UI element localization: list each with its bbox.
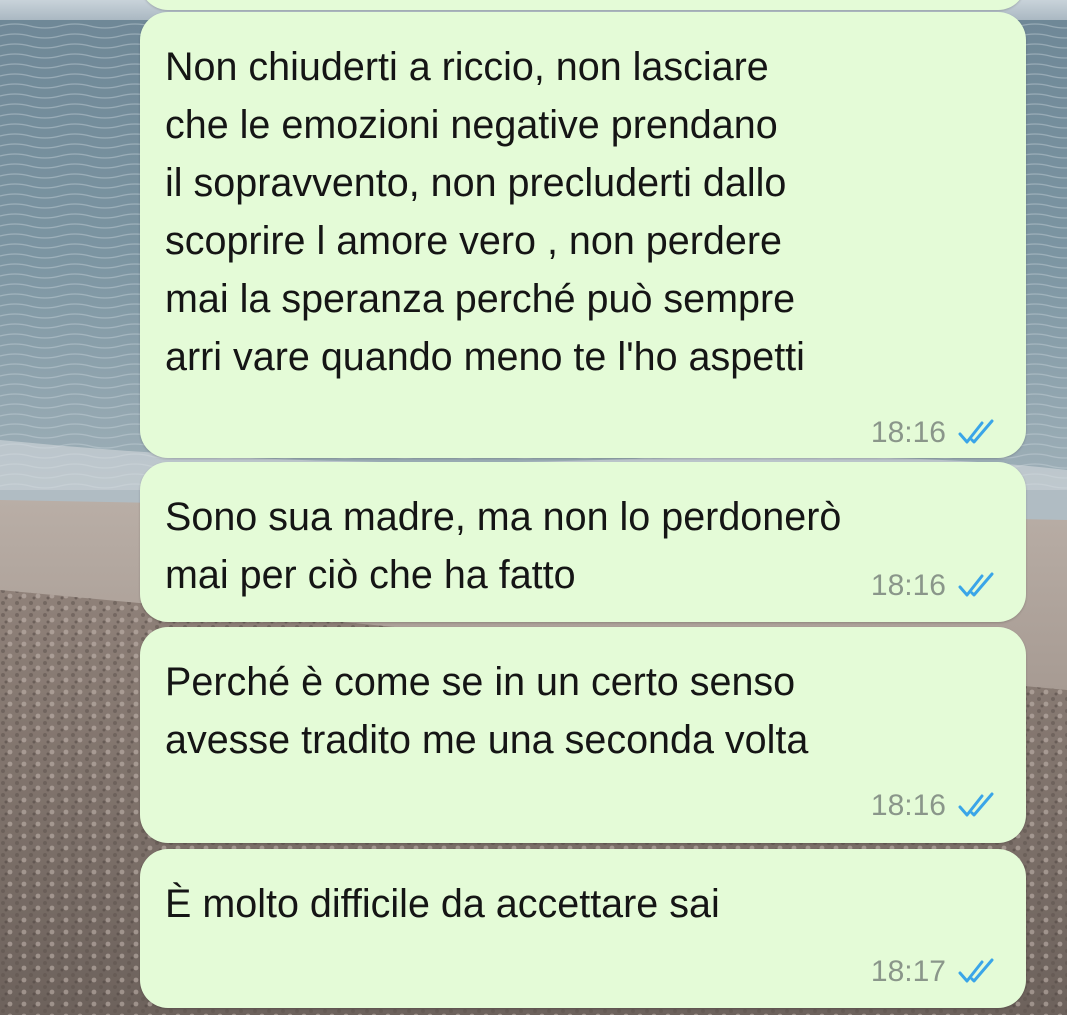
message-meta: 18:16 xyxy=(871,566,1000,606)
double-check-icon xyxy=(958,572,994,597)
previous-message-bubble[interactable] xyxy=(140,0,1026,10)
message-text: È molto difficile da accettare sai xyxy=(165,882,720,926)
message-meta: 18:16 xyxy=(871,413,1000,453)
message-timestamp: 18:16 xyxy=(870,569,946,602)
message-bubble-outgoing[interactable]: Sono sua madre, ma non lo perdonerò mai … xyxy=(140,462,1026,622)
double-check-icon xyxy=(958,792,994,817)
double-check-icon xyxy=(958,958,994,983)
message-timestamp: 18:17 xyxy=(870,955,946,988)
message-timestamp: 18:16 xyxy=(870,416,946,449)
message-text: Perché è come se in un certo senso avess… xyxy=(165,660,809,762)
message-bubble-outgoing[interactable]: Perché è come se in un certo senso avess… xyxy=(140,627,1026,843)
double-check-icon xyxy=(958,419,994,444)
message-meta: 18:16 xyxy=(871,786,1000,826)
message-timestamp: 18:16 xyxy=(870,789,946,822)
message-text: Non chiuderti a riccio, non lasciare che… xyxy=(165,45,805,379)
message-meta: 18:17 xyxy=(871,952,1000,992)
message-bubble-outgoing[interactable]: È molto difficile da accettare sai 18:17 xyxy=(140,849,1026,1008)
message-bubble-outgoing[interactable]: Non chiuderti a riccio, non lasciare che… xyxy=(140,12,1026,458)
